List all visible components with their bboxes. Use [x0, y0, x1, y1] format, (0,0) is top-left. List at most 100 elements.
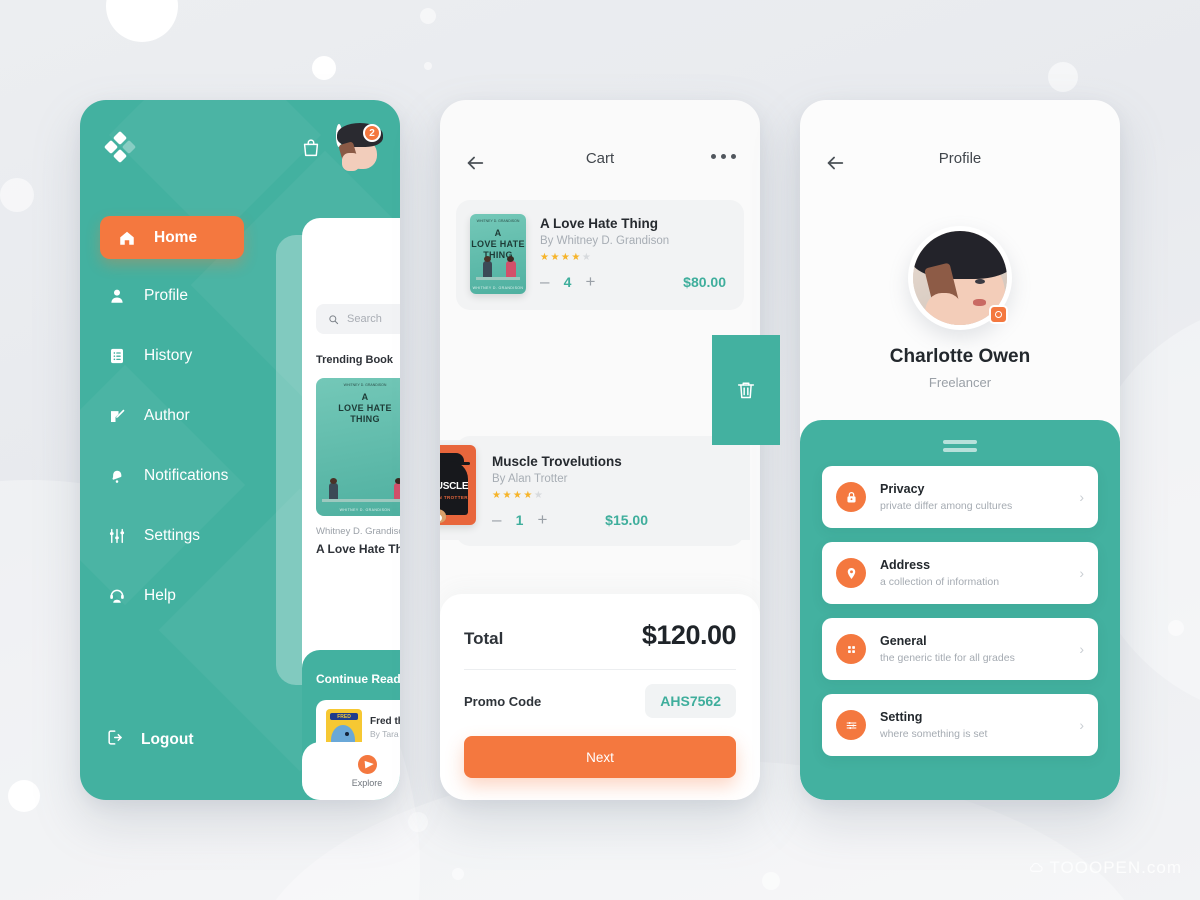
promo-code-label: Promo Code: [464, 693, 542, 709]
quantity-stepper[interactable]: – 4 +: [540, 273, 595, 290]
next-button[interactable]: Next: [464, 736, 736, 778]
cart-item-title: Muscle Trovelutions: [492, 454, 622, 469]
profile-header: Profile: [800, 100, 1120, 200]
option-row-general[interactable]: General the generic title for all grades…: [822, 618, 1098, 680]
chevron-right-icon: ›: [1079, 489, 1084, 505]
bell-icon: [106, 467, 128, 485]
location-pin-icon: [836, 558, 866, 588]
logout-icon: [106, 728, 125, 752]
continue-book-title: Fred the l: [370, 715, 400, 727]
cover-person-left: [483, 256, 492, 277]
camera-badge-icon[interactable]: [989, 305, 1008, 324]
option-row-privacy[interactable]: Privacy private differ among cultures ›: [822, 466, 1098, 528]
cart-item-details: Muscle Trovelutions By Alan Trotter ★★★★…: [492, 452, 734, 528]
sidebar-item-help[interactable]: Help: [80, 573, 384, 619]
bg-bubble: [420, 8, 436, 24]
trash-icon: [737, 382, 755, 399]
drag-handle[interactable]: [943, 448, 977, 452]
cart-item-author: By Whitney D. Grandison: [540, 235, 670, 247]
more-options-icon[interactable]: [711, 154, 736, 159]
page-title: Profile: [938, 150, 982, 167]
increase-quantity-button[interactable]: +: [585, 273, 595, 290]
sidebar-nav: Home Profile History Author Notification…: [80, 216, 400, 619]
cart-row-swiped[interactable]: MUSCLE ALAN TROTTER Muscle Trovelutions …: [440, 440, 750, 540]
bg-bubble: [1048, 62, 1078, 92]
lock-icon: [836, 482, 866, 512]
cart-item-rating: ★★★★★: [492, 490, 545, 501]
cover-title: A LOVE HATE THING: [471, 228, 525, 260]
option-title: Setting: [880, 710, 923, 724]
chevron-right-icon: ›: [1079, 641, 1084, 657]
bg-bubble: [424, 62, 432, 70]
quantity-stepper[interactable]: – 1 +: [492, 511, 547, 528]
total-value: $120.00: [641, 620, 737, 650]
delete-cart-item-button[interactable]: [712, 335, 780, 445]
cart-row[interactable]: WHITNEY D. GRANDISON A LOVE HATE THING WHI…: [456, 200, 744, 310]
avatar-lips: [973, 299, 986, 306]
explore-icon: [357, 754, 377, 774]
cover-author: ALAN TROTTER: [440, 495, 468, 500]
cart-item-rating: ★★★★★: [540, 252, 593, 263]
total-row: Total $120.00: [464, 620, 737, 651]
sidebar-item-profile[interactable]: Profile: [80, 273, 384, 319]
decrease-quantity-button[interactable]: –: [492, 511, 501, 528]
diamond-logo-icon[interactable]: [103, 130, 137, 164]
chevron-right-icon: ›: [1079, 565, 1084, 581]
cart-item-price: $15.00: [605, 511, 648, 528]
bg-bubble: [0, 178, 34, 212]
user-icon: [106, 287, 128, 305]
option-text: Address a collection of information: [880, 558, 1065, 588]
avatar[interactable]: 2: [336, 123, 383, 171]
shopping-bag-icon[interactable]: [300, 137, 322, 159]
sidebar-item-label: Help: [144, 587, 176, 604]
menu-screen: Search Trending Book WHITNEY D. GRANDISO…: [80, 100, 400, 800]
cover-byline: WHITNEY D. GRANDISON: [476, 219, 520, 223]
avatar-eye: [975, 279, 985, 284]
option-subtitle: where something is set: [880, 728, 988, 740]
option-subtitle: a collection of information: [880, 576, 1000, 588]
checkout-panel: Total $120.00 Promo Code AHS7562 Next: [440, 594, 760, 800]
sidebar-item-author[interactable]: Author: [80, 393, 384, 439]
watermark-text: TOOOPEN.com: [1049, 858, 1182, 877]
logout-button[interactable]: Logout: [80, 728, 194, 752]
option-text: Setting where something is set: [880, 710, 1065, 740]
bottom-tabbar[interactable]: Explore: [302, 742, 400, 800]
profile-name: Charlotte Owen: [889, 346, 1031, 367]
cart-item-controls: – 1 + $15.00: [492, 511, 734, 528]
decrease-quantity-button[interactable]: –: [540, 273, 549, 290]
logout-label: Logout: [141, 731, 194, 748]
profile-screen: Profile Charlotte Owen Freelancer Privac…: [800, 100, 1120, 800]
increase-quantity-button[interactable]: +: [537, 511, 547, 528]
grid-dots-icon: [836, 634, 866, 664]
cart-item-details: A Love Hate Thing By Whitney D. Grandiso…: [540, 214, 728, 290]
option-row-setting[interactable]: Setting where something is set ›: [822, 694, 1098, 756]
cover-person-right: [506, 256, 516, 277]
sliders-icon: [106, 527, 128, 545]
cart-header: Cart: [440, 100, 760, 200]
sidebar-item-notifications[interactable]: Notifications: [80, 453, 384, 499]
tab-explore-label: Explore: [351, 777, 383, 788]
promo-row: Promo Code AHS7562: [464, 684, 736, 718]
cart-screen: Cart WHITNEY D. GRANDISON A LOVE HATE THIN…: [440, 100, 760, 800]
promo-code-field[interactable]: AHS7562: [645, 684, 736, 718]
profile-avatar[interactable]: [908, 226, 1012, 330]
drag-handle[interactable]: [943, 440, 977, 444]
bg-bubble: [312, 56, 336, 80]
cloud-icon: [1030, 862, 1044, 872]
sidebar-item-label: Settings: [144, 527, 201, 544]
cart-item-price: $80.00: [683, 273, 726, 290]
sidebar-item-history[interactable]: History: [80, 333, 384, 379]
notification-badge: 2: [363, 124, 381, 142]
bg-bubble: [106, 0, 178, 42]
option-row-address[interactable]: Address a collection of information ›: [822, 542, 1098, 604]
sidebar-item-home[interactable]: Home: [100, 216, 244, 259]
total-label: Total: [464, 629, 504, 648]
sidebar-item-label: Home: [154, 228, 198, 246]
edit-note-icon: [106, 407, 128, 425]
avatar-hand: [925, 293, 963, 325]
option-title: Address: [880, 558, 931, 572]
sidebar-item-settings[interactable]: Settings: [80, 513, 384, 559]
